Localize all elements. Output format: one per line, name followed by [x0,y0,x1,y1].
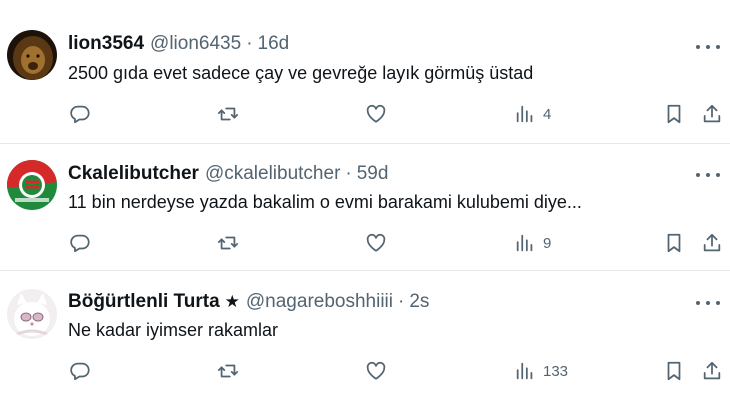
separator-dot: · [345,163,352,184]
like-button[interactable] [365,358,387,384]
reply-text: Ne kadar iyimser rakamlar [68,320,279,340]
bookmark-button[interactable] [663,230,685,256]
share-icon [703,233,721,252]
views-button[interactable]: 4 [514,101,551,127]
reply-header: lion3564 @lion6435 · 16d [68,32,289,56]
share-button[interactable] [701,230,723,256]
reply-item[interactable]: Ckalelibutcher @ckalelibutcher · 59d 11 … [0,143,730,270]
reply-button[interactable] [69,358,91,384]
retweet-icon [217,107,239,121]
user-handle[interactable]: @ckalelibutcher [205,163,340,185]
reply-button[interactable] [69,230,91,256]
retweet-button[interactable] [217,358,239,384]
share-icon [703,104,721,123]
bookmark-button[interactable] [663,101,685,127]
views-button[interactable]: 133 [514,358,568,384]
retweet-button[interactable] [217,101,239,127]
reply-button[interactable] [69,101,91,127]
display-name[interactable]: Böğürtlenli Turta [68,291,220,313]
share-icon [703,361,721,380]
display-name[interactable]: Ckalelibutcher [68,163,199,185]
avatar[interactable] [7,160,57,210]
timestamp[interactable]: 59d [357,163,389,185]
reply-text: 11 bin nerdeyse yazda bakalim o evmi bar… [68,192,582,212]
more-dots-icon[interactable] [696,296,720,310]
views-button[interactable]: 9 [514,230,551,256]
reply-item[interactable]: lion3564 @lion6435 · 16d 2500 gıda evet … [0,20,730,143]
action-bar: 133 [0,358,730,384]
like-button[interactable] [365,101,387,127]
reply-header: Ckalelibutcher @ckalelibutcher · 59d [68,162,388,186]
heart-icon [366,233,386,252]
timestamp[interactable]: 16d [258,33,290,55]
views-count: 9 [543,234,552,252]
bookmark-icon [667,104,681,124]
display-name[interactable]: lion3564 [68,33,144,55]
action-bar: 9 [0,230,730,256]
views-chart-icon [516,362,533,380]
action-bar: 4 [0,101,730,127]
star-badge: ★ [224,292,240,311]
user-handle[interactable]: @lion6435 [150,33,241,55]
views-chart-icon [516,105,533,123]
avatar[interactable] [7,30,57,80]
bookmark-button[interactable] [663,358,685,384]
retweet-icon [217,364,239,378]
like-button[interactable] [365,230,387,256]
bookmark-icon [667,361,681,381]
reply-icon [70,362,90,381]
views-count: 133 [543,362,569,380]
share-button[interactable] [701,101,723,127]
avatar[interactable] [7,289,57,339]
reply-item[interactable]: Böğürtlenli Turta ★ @nagareboshhiiii · 2… [0,270,730,420]
reply-icon [70,234,90,253]
retweet-icon [217,236,239,250]
more-dots-icon[interactable] [696,40,720,54]
separator-dot: · [398,291,405,312]
retweet-button[interactable] [217,230,239,256]
bookmark-icon [667,233,681,253]
heart-icon [366,361,386,380]
user-handle[interactable]: @nagareboshhiiii [246,291,393,313]
separator-dot: · [246,33,253,54]
reply-header: Böğürtlenli Turta ★ @nagareboshhiiii · 2… [68,290,429,314]
heart-icon [366,104,386,123]
reply-icon [70,105,90,124]
more-dots-icon[interactable] [696,168,720,182]
reply-text: 2500 gıda evet sadece çay ve gevreğe lay… [68,63,534,83]
timestamp[interactable]: 2s [409,291,429,313]
share-button[interactable] [701,358,723,384]
views-chart-icon [516,234,533,252]
views-count: 4 [543,105,552,123]
